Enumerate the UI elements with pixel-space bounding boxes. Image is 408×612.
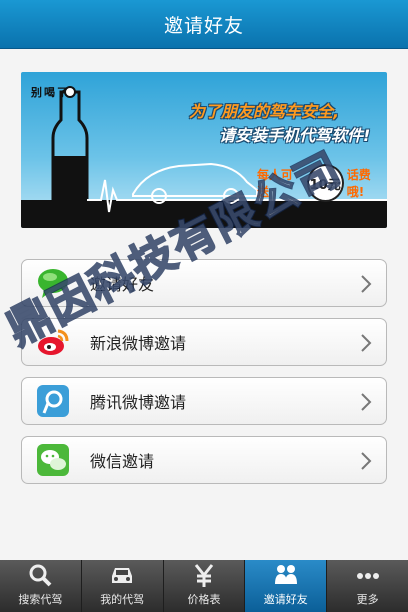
- tencent-weibo-icon: [36, 384, 70, 418]
- chat-bubble-icon: [36, 266, 70, 300]
- chevron-right-icon: [361, 393, 372, 411]
- invite-item-label: 邀请好友: [90, 275, 155, 294]
- more-icon: [356, 573, 379, 579]
- tab-label: 我的代驾: [100, 593, 145, 606]
- tab-label: 更多: [356, 593, 379, 606]
- invite-friends-item[interactable]: 邀请好友: [21, 259, 387, 307]
- chevron-right-icon: [361, 452, 372, 470]
- tab-my-driver[interactable]: 我的代驾: [82, 560, 164, 612]
- banner-small-text: 别喝了: [31, 86, 70, 99]
- tab-label: 价格表: [187, 593, 221, 606]
- tab-invite-friends[interactable]: 邀请好友: [245, 560, 328, 612]
- chevron-right-icon: [361, 275, 372, 293]
- tab-search-driver[interactable]: 搜索代驾: [0, 560, 82, 612]
- yen-icon: [194, 564, 214, 587]
- tab-label: 搜索代驾: [18, 593, 63, 606]
- promo-prefix: 每人可送: [257, 168, 294, 199]
- top-bar: 邀请好友: [0, 0, 408, 49]
- car-icon: [112, 568, 133, 583]
- promo-suffix: 话费哦!: [346, 168, 371, 199]
- weibo-icon: [36, 325, 70, 359]
- banner-headline-2: 请安装手机代驾软件!: [219, 126, 371, 145]
- sina-weibo-invite-item[interactable]: 新浪微博邀请: [21, 318, 387, 366]
- tencent-weibo-invite-item[interactable]: 腾讯微博邀请: [21, 377, 387, 425]
- promo-amount-badge: 10元: [306, 164, 344, 202]
- wechat-invite-item[interactable]: 微信邀请: [21, 436, 387, 484]
- page-title: 邀请好友: [163, 14, 244, 37]
- bottom-tab-bar: 搜索代驾 我的代驾 价格表 邀请好友 更多: [0, 560, 408, 612]
- banner-illustration: [21, 86, 387, 228]
- invite-item-label: 微信邀请: [90, 452, 155, 471]
- promo-banner[interactable]: 别喝了 为了朋友的驾车安全, 请安装手机代驾软件! 每人可送 10元 话费哦!: [21, 72, 387, 228]
- chevron-right-icon: [361, 334, 372, 352]
- invite-list: 邀请好友 新浪微博邀请 腾讯微博邀请 微信邀请: [21, 259, 387, 495]
- wechat-icon: [36, 443, 70, 477]
- tab-price-list[interactable]: 价格表: [164, 560, 246, 612]
- banner-promo: 每人可送 10元 话费哦!: [257, 164, 387, 202]
- people-icon: [274, 565, 297, 584]
- invite-item-label: 新浪微博邀请: [90, 334, 187, 353]
- tab-more[interactable]: 更多: [327, 560, 408, 612]
- invite-item-label: 腾讯微博邀请: [90, 393, 187, 412]
- tab-label: 邀请好友: [263, 593, 308, 606]
- banner-headline-1: 为了朋友的驾车安全,: [189, 102, 340, 121]
- search-icon: [29, 564, 52, 587]
